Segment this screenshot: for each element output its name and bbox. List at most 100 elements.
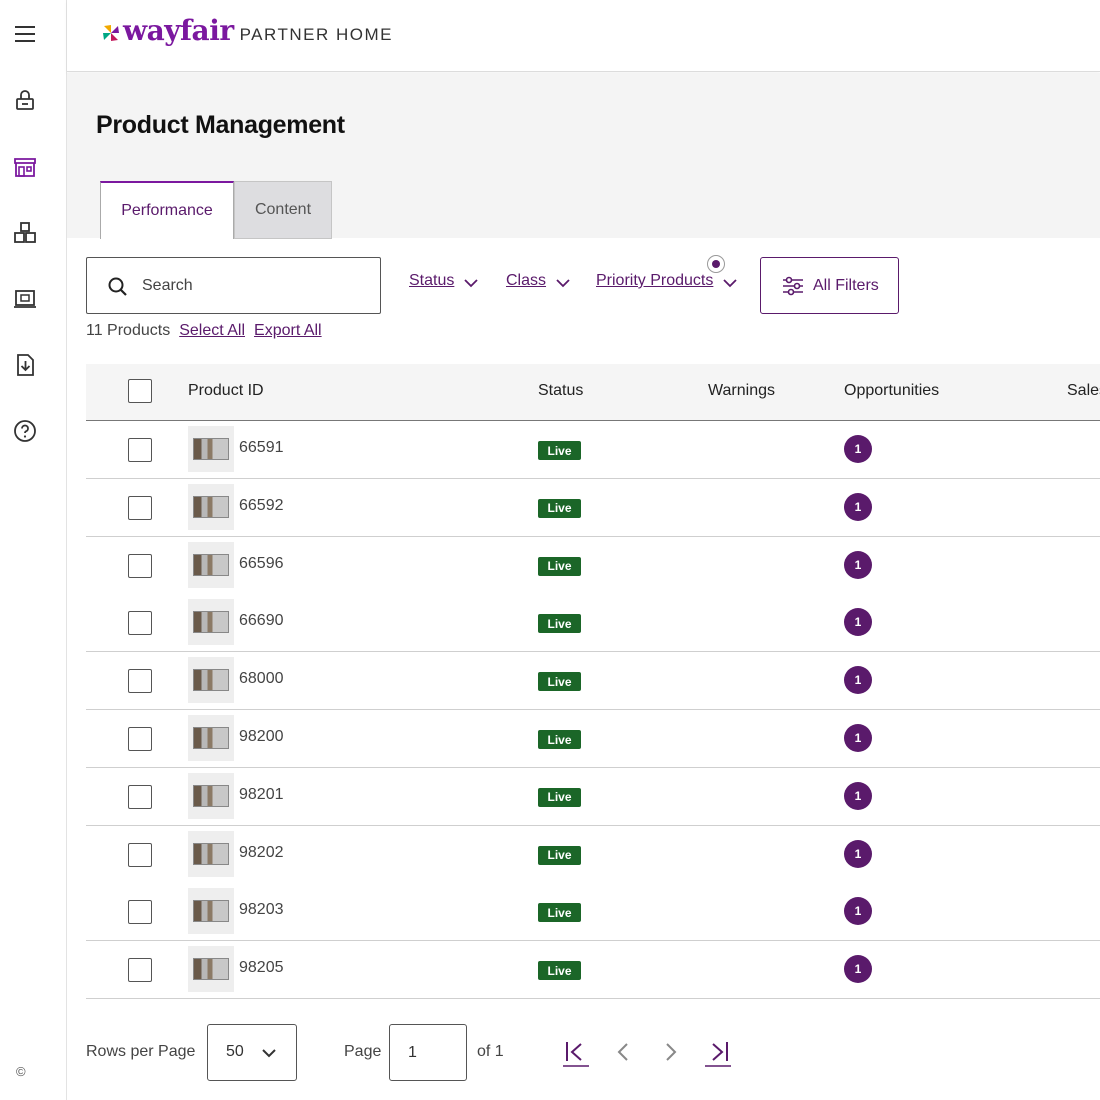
chevron-down-icon bbox=[723, 279, 738, 288]
product-thumbnail[interactable] bbox=[188, 830, 234, 877]
row-checkbox[interactable] bbox=[128, 669, 152, 694]
status-filter-label: Status bbox=[409, 272, 455, 289]
search-input[interactable] bbox=[142, 274, 362, 298]
product-id[interactable]: 66596 bbox=[239, 555, 284, 573]
table-row[interactable]: 66591 Live 1 bbox=[86, 421, 1100, 479]
products-summary: 11 Products Select All Export All bbox=[86, 322, 322, 340]
row-checkbox[interactable] bbox=[128, 842, 152, 867]
page-label: Page bbox=[344, 1043, 382, 1060]
table-row[interactable]: 98202 Live 1 bbox=[86, 825, 1100, 884]
product-id[interactable]: 66592 bbox=[239, 497, 284, 515]
opportunities-badge[interactable]: 1 bbox=[844, 781, 872, 810]
product-thumbnail[interactable] bbox=[188, 715, 234, 761]
status-badge: Live bbox=[538, 845, 581, 865]
row-checkbox[interactable] bbox=[128, 495, 152, 520]
product-thumbnail[interactable] bbox=[188, 426, 234, 472]
product-thumbnail[interactable] bbox=[188, 541, 234, 588]
previous-page-button[interactable] bbox=[608, 1038, 638, 1068]
product-id[interactable]: 98205 bbox=[239, 959, 284, 977]
all-filters-label: All Filters bbox=[813, 276, 879, 294]
table-row[interactable]: 98200 Live 1 bbox=[86, 710, 1100, 768]
download-document-icon[interactable] bbox=[10, 350, 40, 380]
storefront-icon[interactable] bbox=[10, 152, 40, 182]
row-checkbox[interactable] bbox=[128, 900, 152, 925]
product-thumbnail[interactable] bbox=[188, 599, 234, 646]
opportunities-badge[interactable]: 1 bbox=[844, 435, 872, 463]
opportunities-badge[interactable]: 1 bbox=[844, 608, 872, 637]
product-id[interactable]: 66690 bbox=[239, 612, 284, 630]
column-sales[interactable]: Sales bbox=[1067, 382, 1100, 400]
table-row[interactable]: 66592 Live 1 bbox=[86, 478, 1100, 537]
product-id[interactable]: 66591 bbox=[239, 439, 284, 457]
all-filters-button[interactable]: All Filters bbox=[760, 257, 899, 314]
opportunities-badge[interactable]: 1 bbox=[844, 550, 872, 579]
row-checkbox[interactable] bbox=[128, 727, 152, 751]
opportunities-badge[interactable]: 1 bbox=[844, 955, 872, 984]
help-icon[interactable] bbox=[10, 416, 40, 446]
row-checkbox[interactable] bbox=[128, 958, 152, 983]
column-warnings[interactable]: Warnings bbox=[708, 382, 775, 400]
opportunities-badge[interactable]: 1 bbox=[844, 492, 872, 521]
column-opportunities[interactable]: Opportunities bbox=[844, 382, 939, 400]
opportunities-badge[interactable]: 1 bbox=[844, 666, 872, 695]
priority-products-filter[interactable]: Priority Products bbox=[596, 272, 738, 290]
opportunities-badge[interactable]: 1 bbox=[844, 897, 872, 926]
class-filter[interactable]: Class bbox=[506, 272, 570, 290]
status-badge: Live bbox=[538, 672, 581, 692]
rows-per-page-value: 50 bbox=[226, 1043, 244, 1060]
rows-per-page-select[interactable]: 50 bbox=[207, 1024, 297, 1081]
table-row[interactable]: 66596 Live 1 bbox=[86, 536, 1100, 595]
priority-indicator-icon bbox=[707, 255, 725, 273]
row-checkbox[interactable] bbox=[128, 438, 152, 462]
status-badge: Live bbox=[538, 903, 581, 923]
select-all-checkbox[interactable] bbox=[128, 379, 152, 403]
select-all-link[interactable]: Select All bbox=[179, 322, 245, 340]
tab-content[interactable]: Content bbox=[234, 181, 332, 239]
reports-screen-icon[interactable] bbox=[10, 284, 40, 314]
table-row[interactable]: 98201 Live 1 bbox=[86, 767, 1100, 826]
product-id[interactable]: 98203 bbox=[239, 901, 284, 919]
last-page-button[interactable] bbox=[703, 1038, 733, 1068]
chevron-down-icon bbox=[262, 1049, 276, 1058]
status-badge: Live bbox=[538, 556, 581, 576]
opportunities-badge[interactable]: 1 bbox=[844, 839, 872, 868]
menu-icon[interactable] bbox=[10, 19, 40, 49]
table-row[interactable]: 66690 Live 1 bbox=[86, 594, 1100, 653]
table-row[interactable]: 68000 Live 1 bbox=[86, 652, 1100, 711]
page-number-input[interactable] bbox=[389, 1024, 467, 1081]
status-filter[interactable]: Status bbox=[409, 272, 478, 290]
tab-performance[interactable]: Performance bbox=[100, 181, 234, 239]
search-icon bbox=[108, 277, 127, 296]
row-checkbox[interactable] bbox=[128, 553, 152, 578]
export-all-link[interactable]: Export All bbox=[254, 322, 322, 340]
product-thumbnail[interactable] bbox=[188, 483, 234, 530]
wayfair-logo[interactable]: wayfair PARTNER HOME bbox=[101, 14, 393, 47]
product-id[interactable]: 98201 bbox=[239, 786, 284, 804]
product-id[interactable]: 98202 bbox=[239, 844, 284, 862]
product-thumbnail[interactable] bbox=[188, 657, 234, 704]
logo-subtitle: PARTNER HOME bbox=[239, 25, 393, 44]
logo-pinwheel-icon bbox=[103, 25, 119, 41]
page-title: Product Management bbox=[96, 111, 345, 139]
product-thumbnail[interactable] bbox=[188, 888, 234, 935]
first-page-button[interactable] bbox=[561, 1038, 591, 1068]
row-checkbox[interactable] bbox=[128, 611, 152, 636]
table-row[interactable]: 98205 Live 1 bbox=[86, 941, 1100, 1000]
page-total-label: of 1 bbox=[477, 1043, 504, 1060]
product-id[interactable]: 98200 bbox=[239, 728, 284, 746]
inventory-boxes-icon[interactable] bbox=[10, 218, 40, 248]
next-page-button[interactable] bbox=[656, 1038, 686, 1068]
table-header: Product ID Status Warnings Opportunities… bbox=[86, 364, 1100, 421]
first-page-icon bbox=[563, 1042, 589, 1067]
product-thumbnail[interactable] bbox=[188, 946, 234, 993]
column-status[interactable]: Status bbox=[538, 382, 583, 400]
table-row[interactable]: 98203 Live 1 bbox=[86, 883, 1100, 942]
product-thumbnail[interactable] bbox=[188, 772, 234, 819]
product-id[interactable]: 68000 bbox=[239, 670, 284, 688]
chevron-down-icon bbox=[556, 279, 570, 288]
row-checkbox[interactable] bbox=[128, 784, 152, 809]
orders-lock-icon[interactable] bbox=[10, 86, 40, 116]
chevron-right-icon bbox=[666, 1043, 677, 1061]
opportunities-badge[interactable]: 1 bbox=[844, 724, 872, 752]
column-product-id[interactable]: Product ID bbox=[188, 382, 264, 400]
